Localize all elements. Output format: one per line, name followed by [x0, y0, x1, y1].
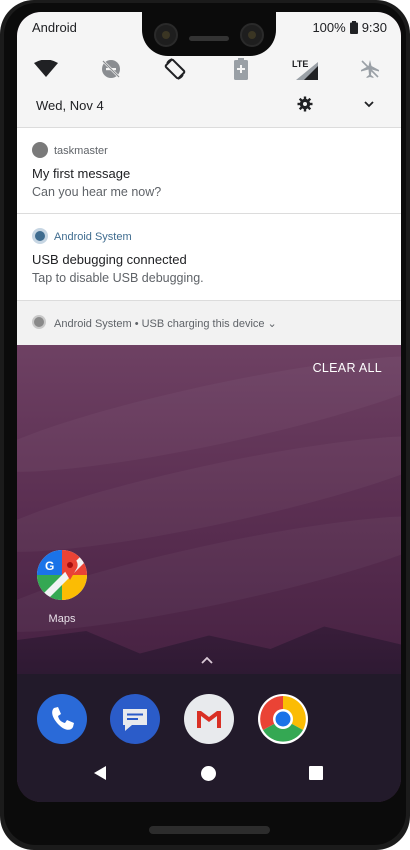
notification-card[interactable]: taskmaster My first message Can you hear…	[17, 127, 401, 214]
notification-card[interactable]: Android System USB debugging connected T…	[17, 213, 401, 300]
quick-settings-row: LTE	[17, 52, 401, 86]
battery-saver-icon[interactable]	[224, 52, 258, 86]
notification-text: Tap to disable USB debugging.	[32, 271, 204, 285]
maps-label: Maps	[48, 613, 76, 625]
date-row: Wed, Nov 4	[17, 90, 401, 120]
taskmaster-app-icon	[32, 142, 48, 158]
wifi-icon[interactable]	[29, 52, 63, 86]
clear-all-button[interactable]: CLEAR ALL	[313, 361, 382, 375]
phone-frame: Android 100% 9:30 LTE Wed, Nov 4 taskmas…	[0, 0, 410, 850]
battery-percent: 100%	[312, 20, 346, 35]
auto-rotate-icon[interactable]	[158, 52, 192, 86]
notification-app-name: Android System	[54, 231, 132, 243]
android-system-icon	[32, 228, 48, 244]
phone-bezel: Android 100% 9:30 LTE Wed, Nov 4 taskmas…	[4, 3, 406, 845]
gmail-app-icon[interactable]	[184, 694, 234, 744]
do-not-disturb-icon[interactable]	[94, 52, 128, 86]
home-button-icon[interactable]	[201, 766, 216, 786]
screen: Android 100% 9:30 LTE Wed, Nov 4 taskmas…	[17, 12, 401, 802]
carrier-label: Android	[32, 20, 77, 35]
front-camera	[240, 23, 264, 47]
notification-title: USB debugging connected	[32, 252, 187, 267]
airplane-mode-icon[interactable]	[353, 52, 387, 86]
android-system-icon	[32, 315, 46, 329]
lte-text: LTE	[292, 59, 308, 69]
bottom-speaker-grille	[149, 826, 270, 834]
chrome-app-icon[interactable]	[258, 694, 308, 744]
lte-signal-icon[interactable]: LTE	[288, 52, 322, 86]
back-button-icon[interactable]	[93, 766, 107, 785]
earpiece	[189, 36, 229, 41]
battery-icon	[349, 21, 358, 34]
phone-app-icon[interactable]	[37, 694, 87, 744]
navigation-bar	[17, 752, 401, 802]
messages-app-icon[interactable]	[110, 694, 160, 744]
notification-text: Can you hear me now?	[32, 185, 162, 199]
front-camera	[154, 23, 178, 47]
clock: 9:30	[361, 20, 387, 35]
notification-app-name: taskmaster	[54, 145, 108, 157]
expand-chevron-icon[interactable]	[363, 97, 375, 112]
camera-notch	[142, 12, 276, 56]
collapsed-notification-text: Android System • USB charging this devic…	[54, 318, 277, 330]
svg-text:G: G	[45, 559, 54, 573]
app-drawer-chevron-icon[interactable]	[199, 652, 215, 670]
status-right: 100% 9:30	[312, 20, 387, 35]
maps-app-icon[interactable]: G	[37, 550, 87, 600]
recents-button-icon[interactable]	[309, 766, 323, 785]
notification-title: My first message	[32, 166, 131, 181]
settings-gear-icon[interactable]	[297, 96, 313, 115]
date-label: Wed, Nov 4	[36, 98, 104, 113]
collapsed-notification[interactable]: Android System • USB charging this devic…	[17, 300, 401, 345]
